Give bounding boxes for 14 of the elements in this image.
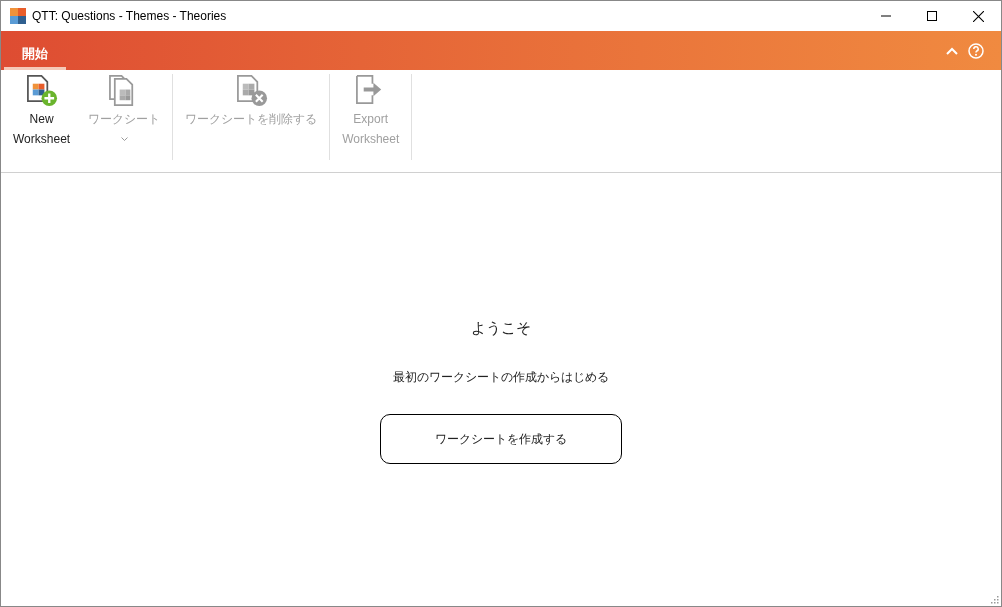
welcome-heading: ようこそ: [471, 318, 531, 338]
app-logo-icon: [10, 8, 26, 24]
document-remove-icon: [234, 74, 268, 107]
help-icon[interactable]: [968, 42, 984, 59]
welcome-subtitle: 最初のワークシートの作成からはじめる: [393, 368, 609, 386]
ribbon-button[interactable]: New Worksheet: [7, 74, 77, 160]
document-plus-icon: [25, 74, 59, 107]
collapse-ribbon-icon[interactable]: [946, 46, 958, 55]
window-title: QTT: Questions - Themes - Theories: [32, 8, 227, 25]
close-icon: [972, 10, 984, 22]
ribbon-tab[interactable]: 開始: [4, 40, 66, 70]
maximize-icon: [927, 11, 937, 21]
create-worksheet-button[interactable]: ワークシートを作成する: [380, 413, 622, 464]
resize-grip-icon: [990, 595, 999, 604]
